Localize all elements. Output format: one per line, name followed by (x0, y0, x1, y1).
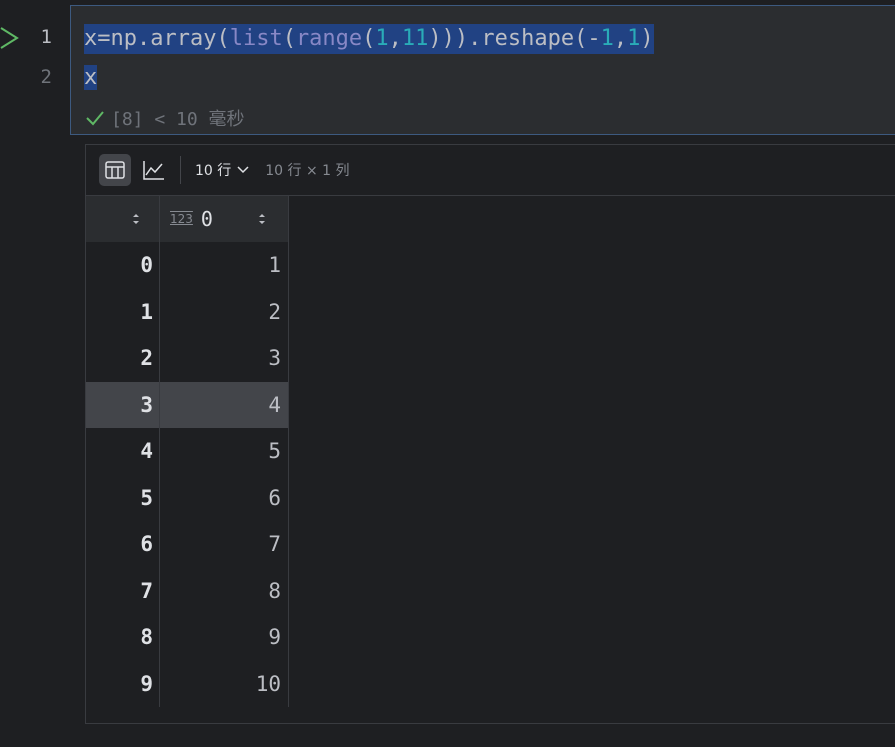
table-row[interactable]: 78 (86, 567, 288, 615)
table-body: 0 1 1 2 2 3 3 4 4 5 5 6 6 7 7 8 8 9 9 10 (86, 242, 288, 707)
code-token: 1 (375, 26, 389, 51)
table-row[interactable]: 34 (86, 381, 288, 429)
table-row[interactable]: 45 (86, 428, 288, 475)
cell-output: 10 行 10 行 × 1 列 123 0 011223344556677889… (85, 144, 895, 724)
table-row[interactable]: 9 10 (86, 660, 288, 708)
cell-value[interactable]: 2 (160, 289, 287, 336)
code-line-2[interactable]: x (84, 63, 98, 93)
execution-status-text: [8] < 10 毫秒 (111, 109, 245, 130)
chevron-down-icon (237, 166, 249, 174)
rows-per-page-select[interactable]: 10 行 (195, 160, 249, 180)
code-token: ) (640, 26, 654, 51)
check-icon (86, 111, 104, 126)
cell-value[interactable]: 7 (160, 521, 287, 568)
numeric-type-icon: 123 (170, 212, 193, 226)
code-token: , (388, 26, 402, 51)
cell-value[interactable]: 3 (160, 335, 287, 382)
row-index: 2 (86, 335, 160, 382)
code-token: 1 (627, 26, 641, 51)
row-index: 3 (86, 381, 160, 428)
row-index: 4 (86, 428, 160, 475)
rows-per-page-label: 10 行 (195, 163, 232, 179)
sort-icon[interactable] (131, 212, 141, 226)
execution-status: [8] < 10 毫秒 (85, 105, 245, 131)
code-token: 1 (600, 26, 614, 51)
row-index: 9 (86, 660, 160, 707)
code-token: range (295, 26, 363, 51)
cell-value[interactable]: 10 (160, 661, 287, 708)
output-toolbar: 10 行 10 行 × 1 列 (86, 145, 895, 196)
index-header[interactable] (86, 196, 160, 242)
line-number-1: 1 (40, 26, 52, 48)
code-cell[interactable]: x=np.array(list(range(1,11))).reshape(-1… (70, 5, 895, 135)
table-row[interactable]: 01 (86, 242, 288, 289)
column-header-label: 0 (200, 207, 213, 231)
dimensions-label: 10 行 × 1 列 (265, 163, 350, 179)
dataframe-table: 123 0 0 1 1 2 2 3 3 4 4 5 5 6 6 7 7 8 8 9 9 10 (86, 196, 289, 707)
table-row[interactable]: 89 (86, 614, 288, 661)
cell-value[interactable]: 1 (160, 242, 287, 289)
chart-view-button[interactable] (138, 154, 170, 186)
cell-value[interactable]: 9 (160, 614, 287, 661)
table-row[interactable]: 56 (86, 474, 288, 522)
cell-value[interactable]: 5 (160, 428, 287, 475)
code-line-2-text: x (84, 65, 98, 90)
toolbar-divider (180, 156, 181, 184)
row-index: 0 (86, 242, 160, 289)
editor-gutter: 1 2 (0, 0, 70, 140)
code-token: ( (282, 26, 296, 51)
column-header-0[interactable]: 123 0 (160, 196, 287, 242)
run-cell-icon[interactable] (0, 26, 20, 50)
line-number-2: 2 (40, 66, 52, 88)
row-index: 5 (86, 474, 160, 521)
table-view-button[interactable] (99, 154, 131, 186)
cell-value[interactable]: 4 (160, 382, 287, 429)
code-token: ))).reshape(- (428, 26, 601, 51)
line-chart-icon (143, 161, 164, 180)
row-index: 1 (86, 288, 160, 335)
table-row[interactable]: 67 (86, 521, 288, 568)
sort-icon[interactable] (257, 212, 267, 226)
cell-value[interactable]: 6 (160, 475, 287, 522)
table-icon (105, 161, 125, 179)
row-index: 8 (86, 614, 160, 661)
row-index: 6 (86, 521, 160, 568)
code-token: 11 (401, 26, 429, 51)
row-index: 7 (86, 567, 160, 614)
code-token: , (613, 26, 628, 51)
code-token: list (229, 26, 283, 51)
code-token: ( (362, 26, 376, 51)
code-line-1[interactable]: x=np.array(list(range(1,11))).reshape(-1… (84, 24, 654, 54)
table-header: 123 0 (86, 196, 288, 242)
cell-value[interactable]: 8 (160, 568, 287, 615)
table-row[interactable]: 23 (86, 335, 288, 382)
table-row[interactable]: 12 (86, 288, 288, 336)
code-token: x=np.array( (84, 26, 230, 51)
